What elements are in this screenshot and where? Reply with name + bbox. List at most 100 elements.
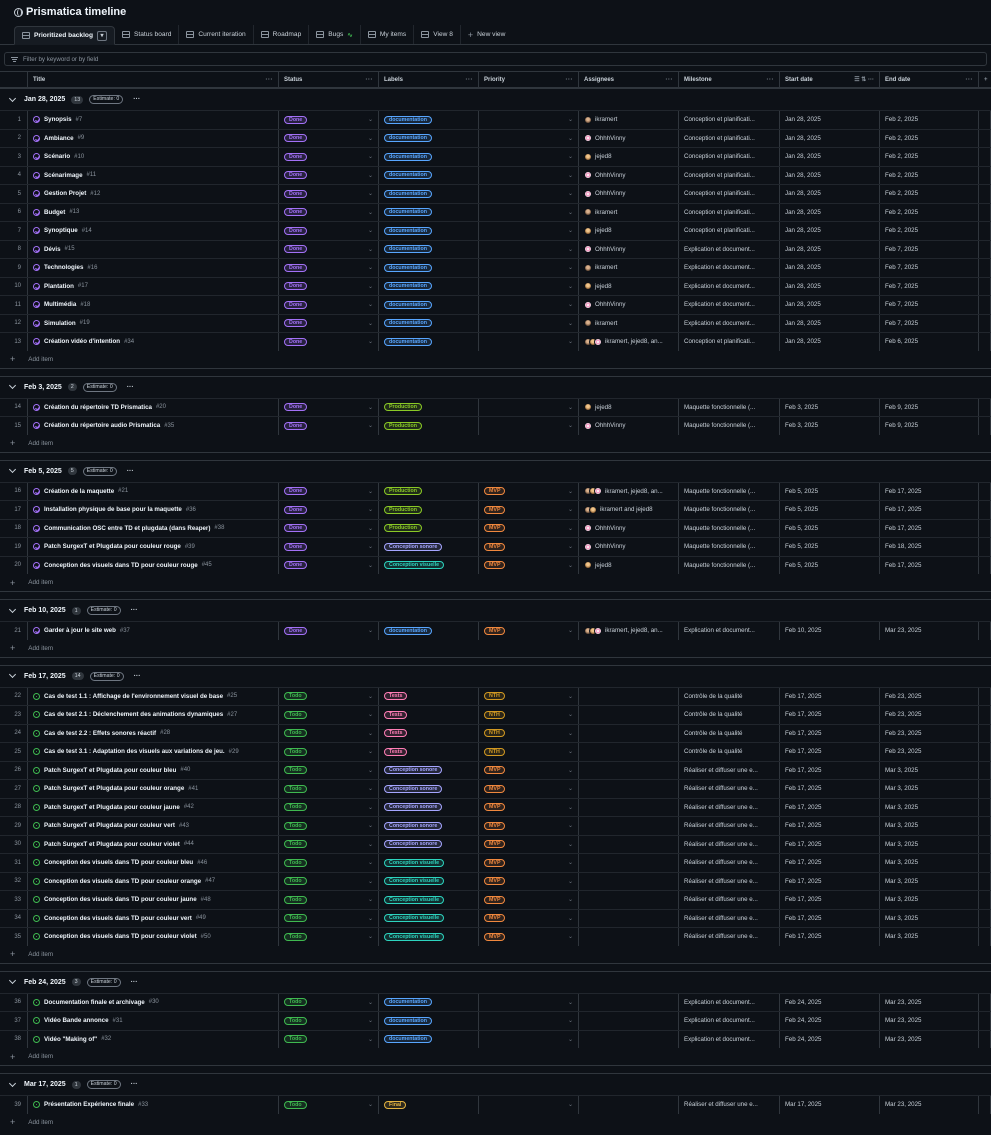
chevron-down-icon[interactable] [368, 525, 373, 532]
priority-cell[interactable]: NTH [479, 743, 579, 761]
chevron-down-icon[interactable] [368, 933, 373, 940]
title-cell[interactable]: Scénario #10 [28, 148, 279, 166]
table-row[interactable]: 18 Communication OSC entre TD et plugdata… [0, 518, 991, 537]
start-date-cell[interactable]: Feb 17, 2025 [780, 761, 880, 779]
chevron-down-icon[interactable] [568, 525, 573, 532]
labels-cell[interactable]: documentation [379, 148, 479, 166]
chevron-down-icon[interactable] [8, 976, 17, 985]
assignees-cell[interactable] [579, 928, 679, 946]
status-cell[interactable]: Done [279, 129, 379, 147]
table-row[interactable]: 34 Conception des visuels dans TD pour co… [0, 908, 991, 927]
issue-title[interactable]: Scénario [44, 153, 70, 160]
labels-cell[interactable]: Production [379, 417, 479, 435]
column-header-assignees[interactable]: Assignees ··· [579, 72, 679, 87]
milestone-cell[interactable]: Explication et document... [679, 1012, 780, 1030]
table-row[interactable]: 39 Présentation Expérience finale #33 Todo F… [0, 1095, 991, 1114]
assignees-cell[interactable] [579, 817, 679, 835]
milestone-cell[interactable]: Réaliser et diffuser une e... [679, 817, 780, 835]
priority-cell[interactable] [479, 166, 579, 184]
start-date-cell[interactable]: Feb 17, 2025 [780, 891, 880, 909]
title-cell[interactable]: Présentation Expérience finale #33 [28, 1096, 279, 1114]
table-row[interactable]: 37Vidéo Bande annonce#31Tododocumentatio… [0, 1011, 991, 1030]
milestone-cell[interactable]: Réaliser et diffuser une e... [679, 835, 780, 853]
chevron-down-icon[interactable] [368, 562, 373, 569]
end-date-cell[interactable]: Feb 17, 2025 [880, 519, 979, 537]
chevron-down-icon[interactable] [568, 227, 573, 234]
chevron-down-icon[interactable] [368, 116, 373, 123]
labels-cell[interactable]: documentation [379, 314, 479, 332]
status-cell[interactable]: Todo [279, 872, 379, 890]
end-date-cell[interactable]: Feb 2, 2025 [880, 148, 979, 166]
column-menu-icon[interactable]: ··· [966, 77, 974, 83]
chevron-down-icon[interactable] [368, 488, 373, 495]
table-row[interactable]: 4Scénarimage#11DonedocumentationOhhhVinn… [0, 165, 991, 184]
chevron-down-icon[interactable] [568, 730, 573, 737]
group-menu-icon[interactable]: ··· [127, 468, 134, 475]
labels-cell[interactable]: Conception visuelle [379, 909, 479, 927]
table-row[interactable]: 9 Technologies #16 Done documentation ikramer… [0, 258, 991, 277]
add-item-button[interactable]: + Add item [0, 574, 991, 591]
priority-cell[interactable]: MVP [479, 761, 579, 779]
end-date-cell[interactable]: Feb 7, 2025 [880, 277, 979, 295]
add-item-button[interactable]: + Add item [0, 351, 991, 368]
filter-input[interactable]: Filter by keyword or by field [4, 52, 987, 66]
priority-cell[interactable]: MVP [479, 501, 579, 519]
end-date-cell[interactable]: Feb 23, 2025 [880, 687, 979, 705]
chevron-down-icon[interactable] [568, 859, 573, 866]
labels-cell[interactable]: documentation [379, 333, 479, 351]
labels-cell[interactable]: documentation [379, 1030, 479, 1048]
title-cell[interactable]: Budget #13 [28, 203, 279, 221]
end-date-cell[interactable]: Feb 7, 2025 [880, 314, 979, 332]
table-row[interactable]: 21Garder à jour le site web#37Donedocume… [0, 621, 991, 640]
assignees-cell[interactable] [579, 761, 679, 779]
chevron-down-icon[interactable] [568, 338, 573, 345]
labels-cell[interactable]: Tests [379, 687, 479, 705]
title-cell[interactable]: Gestion Projet #12 [28, 185, 279, 203]
title-cell[interactable]: Conception des visuels dans TD pour coul… [28, 556, 279, 574]
end-date-cell[interactable]: Mar 3, 2025 [880, 891, 979, 909]
chevron-down-icon[interactable] [568, 562, 573, 569]
status-cell[interactable]: Done [279, 222, 379, 240]
table-row[interactable]: 28 Patch SurgexT et Plugdata pour couleur… [0, 797, 991, 816]
chevron-down-icon[interactable] [568, 116, 573, 123]
labels-cell[interactable]: Production [379, 501, 479, 519]
start-date-cell[interactable]: Feb 17, 2025 [780, 817, 880, 835]
start-date-cell[interactable]: Jan 28, 2025 [780, 148, 880, 166]
start-date-cell[interactable]: Feb 17, 2025 [780, 798, 880, 816]
table-row[interactable]: 3 Scénario #10 Done documentation jejed8 Conce… [0, 147, 991, 166]
end-date-cell[interactable]: Mar 23, 2025 [880, 1030, 979, 1048]
chevron-down-icon[interactable] [368, 1036, 373, 1043]
labels-cell[interactable]: documentation [379, 111, 479, 129]
start-date-cell[interactable]: Feb 17, 2025 [780, 909, 880, 927]
issue-title[interactable]: Budget [44, 209, 65, 216]
chevron-down-icon[interactable] [368, 338, 373, 345]
milestone-cell[interactable]: Conception et planificati... [679, 222, 780, 240]
chevron-down-icon[interactable] [568, 135, 573, 142]
chevron-down-icon[interactable] [368, 822, 373, 829]
labels-cell[interactable]: Tests [379, 743, 479, 761]
labels-cell[interactable]: Conception visuelle [379, 872, 479, 890]
start-date-cell[interactable]: Feb 17, 2025 [780, 743, 880, 761]
milestone-cell[interactable]: Maquette fonctionnelle (... [679, 398, 780, 416]
chevron-down-icon[interactable] [368, 730, 373, 737]
status-cell[interactable]: Done [279, 501, 379, 519]
chevron-down-icon[interactable] [8, 381, 17, 390]
table-row[interactable]: 25 Cas de test 3.1 : Adaptation des visue… [0, 742, 991, 761]
issue-title[interactable]: Conception des visuels dans TD pour coul… [44, 915, 192, 922]
issue-title[interactable]: Documentation finale et archivage [44, 999, 145, 1006]
start-date-cell[interactable]: Feb 10, 2025 [780, 622, 880, 640]
start-date-cell[interactable]: Feb 17, 2025 [780, 835, 880, 853]
end-date-cell[interactable]: Feb 6, 2025 [880, 333, 979, 351]
issue-title[interactable]: Cas de test 2.1 : Déclenchement des anim… [44, 711, 223, 718]
labels-cell[interactable]: Conception sonore [379, 835, 479, 853]
status-cell[interactable]: Todo [279, 891, 379, 909]
chevron-down-icon[interactable] [568, 1101, 573, 1108]
table-row[interactable]: 31 Conception des visuels dans TD pour co… [0, 853, 991, 872]
end-date-cell[interactable]: Mar 23, 2025 [880, 993, 979, 1011]
title-cell[interactable]: Patch SurgexT et Plugdata pour couleur r… [28, 538, 279, 556]
assignees-cell[interactable]: jejed8 [579, 277, 679, 295]
chevron-down-icon[interactable] [368, 506, 373, 513]
title-cell[interactable]: Conception des visuels dans TD pour coul… [28, 891, 279, 909]
end-date-cell[interactable]: Feb 7, 2025 [880, 240, 979, 258]
chevron-down-icon[interactable] [568, 172, 573, 179]
